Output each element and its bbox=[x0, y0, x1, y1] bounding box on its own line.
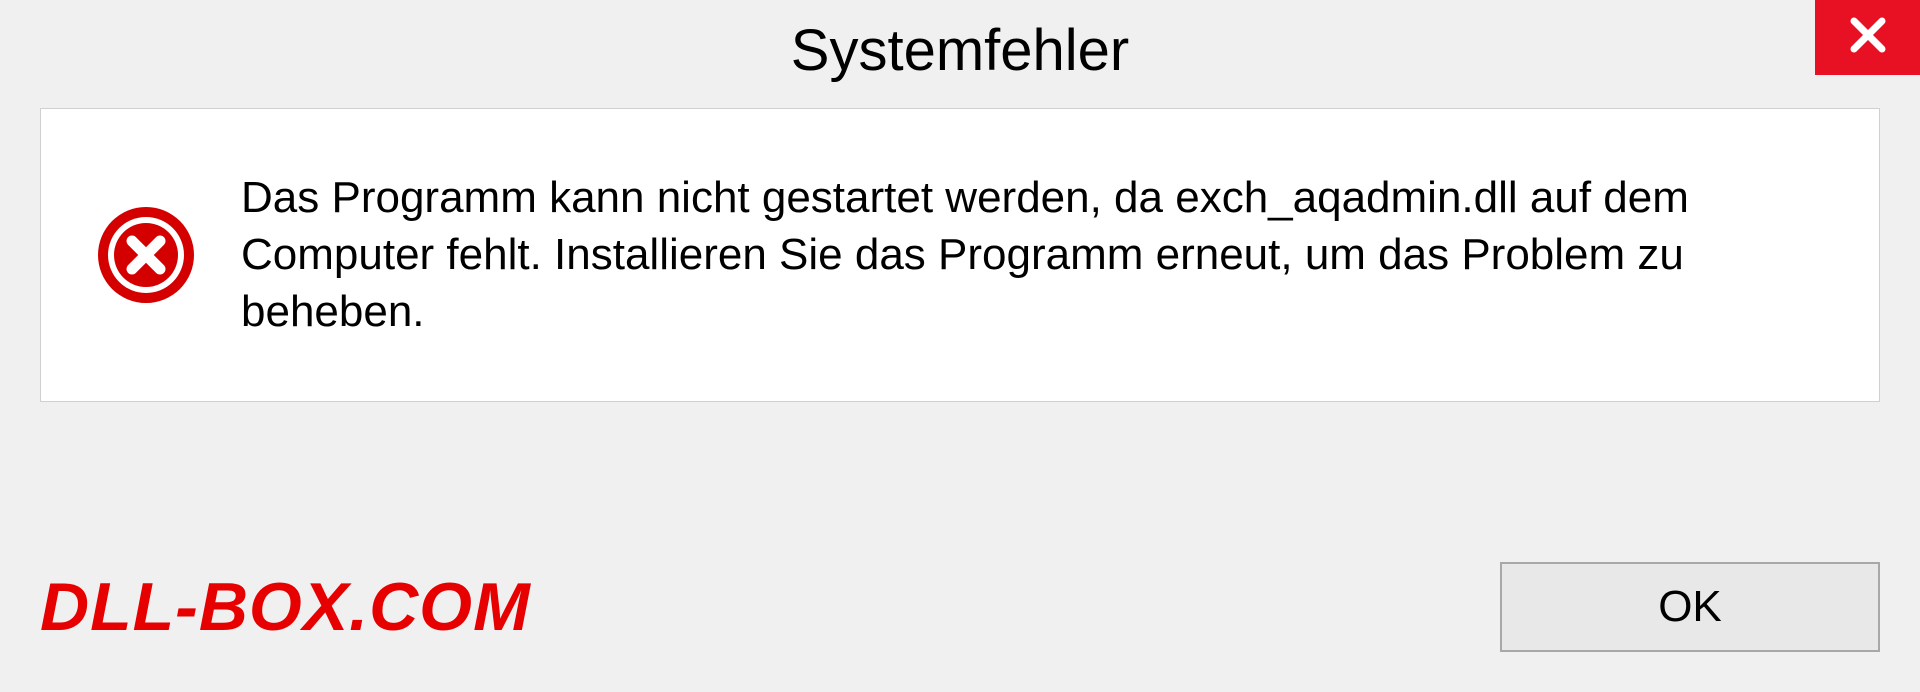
error-icon bbox=[96, 205, 196, 305]
dialog-footer: DLL-BOX.COM OK bbox=[0, 552, 1920, 662]
ok-button[interactable]: OK bbox=[1500, 562, 1880, 652]
close-button[interactable] bbox=[1815, 0, 1920, 75]
error-message: Das Programm kann nicht gestartet werden… bbox=[241, 169, 1824, 341]
titlebar: Systemfehler bbox=[0, 0, 1920, 100]
watermark-text: DLL-BOX.COM bbox=[40, 568, 531, 646]
dialog-title: Systemfehler bbox=[791, 17, 1129, 84]
message-panel: Das Programm kann nicht gestartet werden… bbox=[40, 108, 1880, 402]
ok-button-label: OK bbox=[1658, 582, 1722, 632]
close-icon bbox=[1848, 15, 1888, 60]
